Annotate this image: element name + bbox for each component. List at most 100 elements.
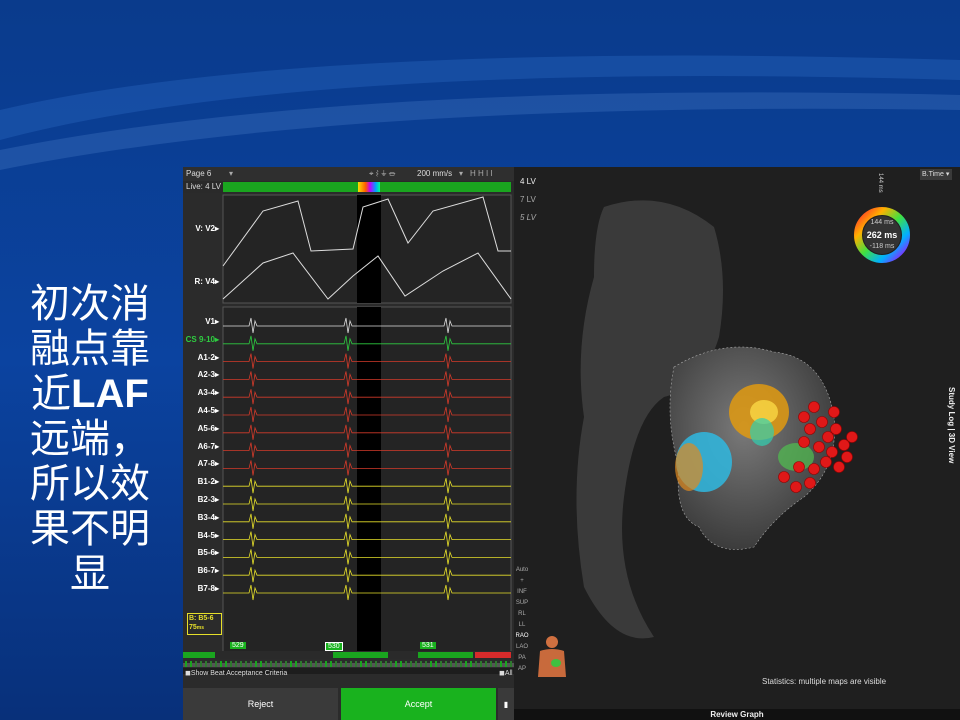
view-button-sup[interactable]: SUP <box>514 598 530 609</box>
timeline-tick <box>420 661 422 667</box>
timeline-tick <box>275 661 277 667</box>
speed-dropdown-icon[interactable]: ▾ <box>459 169 463 178</box>
channel-label-b6-7[interactable]: B6-7▸ <box>183 566 219 575</box>
timeline-tick <box>455 661 457 667</box>
caption-line-3-laf: LAF <box>71 372 149 416</box>
timeline-tick <box>355 661 357 667</box>
lesion-marker <box>790 481 802 493</box>
channel-label-a5-6[interactable]: A5-6▸ <box>183 424 219 433</box>
timeline-tick <box>300 661 302 667</box>
timeline-tick <box>380 661 382 667</box>
timeline-tick <box>295 661 297 667</box>
caption-line-7: 显 <box>70 551 110 597</box>
view-button-ap[interactable]: AP <box>514 664 530 675</box>
channel-label-b2-3[interactable]: B2-3▸ <box>183 495 219 504</box>
ref-unit: ms <box>196 625 205 631</box>
show-beat-criteria[interactable]: ◼Show Beat Acceptance Criteria <box>185 669 287 677</box>
channel-label-b3-4[interactable]: B3-4▸ <box>183 513 219 522</box>
timeline-tick <box>460 661 462 667</box>
view-button-lao[interactable]: LAO <box>514 642 530 653</box>
ep-recording-panel: Page 6 ▾ ⌖ ⌇ ⏚ ⏛ 200 mm/s ▾ H H I I Live… <box>183 167 514 720</box>
lesion-marker <box>841 451 853 463</box>
timeline-tick <box>485 661 487 667</box>
caption-line-3-prefix: 近 <box>31 371 72 417</box>
timeline-tick <box>270 661 272 667</box>
reject-button[interactable]: Reject <box>183 688 338 720</box>
view-button-rl[interactable]: RL <box>514 609 530 620</box>
timeline-tick <box>310 661 312 667</box>
timeline-tick <box>225 661 227 667</box>
page-dropdown-icon[interactable]: ▾ <box>229 169 233 178</box>
channel-label-b7-8[interactable]: B7-8▸ <box>183 584 219 593</box>
cycle-length-3: 531 <box>420 642 436 649</box>
lesion-marker <box>808 463 820 475</box>
timeline-tick <box>445 661 447 667</box>
all-label: All <box>504 670 513 677</box>
channel-label-a6-7[interactable]: A6-7▸ <box>183 442 219 451</box>
timeline-tick <box>195 661 197 667</box>
channel-label-b1-2[interactable]: B1-2▸ <box>183 477 219 486</box>
timeline-tick <box>250 661 252 667</box>
channel-label-a3-4[interactable]: A3-4▸ <box>183 388 219 397</box>
slide-caption: 初次消 融点靠 近LAF 远端， 所以效 果不明 显 <box>10 282 170 597</box>
channel-label-a1-2[interactable]: A1-2▸ <box>183 353 219 362</box>
caliper-icons[interactable]: H H I I <box>470 169 493 178</box>
ring-side-label: 144 ms <box>877 173 883 193</box>
lesion-marker <box>838 439 850 451</box>
caption-line-6: 果不明 <box>30 506 150 552</box>
channel-label-v1[interactable]: V1▸ <box>183 317 219 326</box>
ring-center: 262 ms <box>866 230 898 240</box>
timeline-tick <box>395 661 397 667</box>
lesion-marker <box>798 411 810 423</box>
timeline-tick <box>240 661 242 667</box>
all-toggle[interactable]: ◼All <box>499 669 513 677</box>
channel-label-b4-5[interactable]: B4-5▸ <box>183 531 219 540</box>
view-button-plus[interactable]: + <box>514 576 530 587</box>
timeline-tick <box>475 661 477 667</box>
view-button-rao[interactable]: RAO <box>514 631 530 642</box>
view-button-inf[interactable]: INF <box>514 587 530 598</box>
channel-label-cs-9-10[interactable]: CS 9-10▸ <box>183 335 219 344</box>
timeline-tick <box>335 661 337 667</box>
timeline-tick <box>215 661 217 667</box>
review-graph-tab[interactable]: Review Graph <box>514 709 960 720</box>
lesion-marker <box>826 446 838 458</box>
view-button-ll[interactable]: LL <box>514 620 530 631</box>
cycle-length-2: 530 <box>325 642 343 651</box>
timeline-tick <box>500 661 502 667</box>
window-marker <box>358 182 380 192</box>
lesion-marker <box>816 416 828 428</box>
reference-channel-box[interactable]: B: B5-6 75ms <box>187 613 222 635</box>
timeline-tick <box>235 661 237 667</box>
caption-line-5: 所以效 <box>30 461 150 507</box>
timeline-tick <box>415 661 417 667</box>
view-button-pa[interactable]: PA <box>514 653 530 664</box>
page-selector[interactable]: Page 6 <box>186 169 211 178</box>
channel-label-top-1[interactable]: V: V2▸ <box>183 224 219 233</box>
lesion-marker <box>846 431 858 443</box>
channel-label-a7-8[interactable]: A7-8▸ <box>183 459 219 468</box>
channel-label-top-2[interactable]: R: V4▸ <box>183 277 219 286</box>
lesion-marker <box>804 423 816 435</box>
lesion-marker <box>822 431 834 443</box>
channel-label-a2-3[interactable]: A2-3▸ <box>183 370 219 379</box>
study-log-tab[interactable]: Study Log | 3D View <box>944 387 956 507</box>
lesion-marker <box>828 406 840 418</box>
orientation-figure-icon[interactable] <box>534 633 570 683</box>
timeline-tick <box>400 661 402 667</box>
timeline-tick <box>320 661 322 667</box>
lock-icon[interactable]: ▮ <box>498 688 514 720</box>
timeline-tick <box>360 661 362 667</box>
sweep-speed[interactable]: 200 mm/s <box>417 169 452 178</box>
view-button-auto[interactable]: Auto <box>514 565 530 576</box>
channel-label-b5-6[interactable]: B5-6▸ <box>183 548 219 557</box>
channel-label-a4-5[interactable]: A4-5▸ <box>183 406 219 415</box>
ep-waveforms <box>183 182 514 674</box>
timeline-tick <box>370 661 372 667</box>
timeline-tick <box>200 661 202 667</box>
timeline-tick <box>205 661 207 667</box>
tool-icon[interactable]: ⌖ ⌇ ⏚ ⏛ <box>369 169 395 179</box>
accept-button[interactable]: Accept <box>341 688 496 720</box>
lesion-marker <box>798 436 810 448</box>
beat-timeline[interactable] <box>183 651 514 671</box>
